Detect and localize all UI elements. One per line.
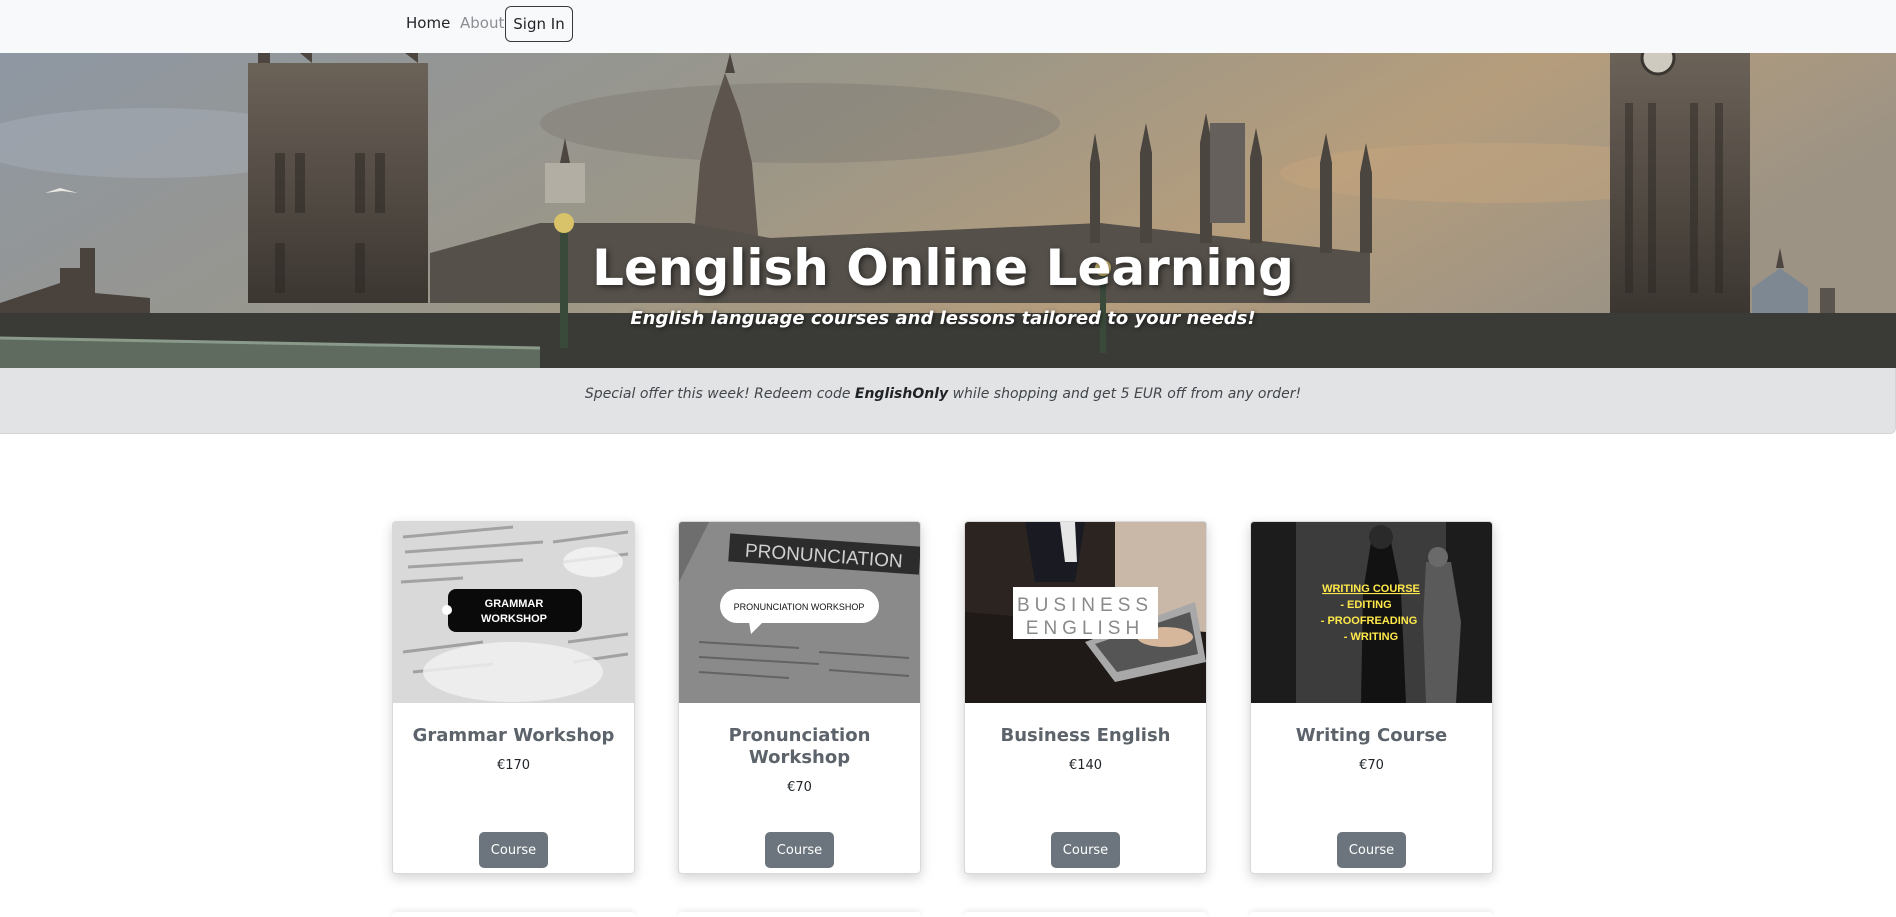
next-row-card-edge [678, 912, 921, 917]
course-card-pronunciation-workshop: PRONUNCIATION PRONUNCIATION WORKSHOP Pro… [678, 521, 921, 874]
hero-title: Lenglish Online Learning [592, 239, 1294, 297]
next-row-card-edge [392, 912, 635, 917]
grammar-image-label-2: WORKSHOP [481, 613, 547, 625]
offer-text-before: Special offer this week! Redeem code [584, 386, 855, 402]
card-price: €170 [496, 758, 531, 773]
card-title: Grammar Workshop [412, 725, 615, 746]
next-row-card-edge [964, 912, 1207, 917]
sign-in-button[interactable]: Sign In [505, 6, 573, 42]
card-price: €70 [787, 780, 812, 795]
course-card-grammar-workshop: GRAMMAR WORKSHOP Grammar Workshop €170 C… [392, 521, 635, 874]
course-button[interactable]: Course [479, 832, 548, 868]
next-row-card-edge [1250, 912, 1493, 917]
course-button[interactable]: Course [765, 832, 834, 868]
card-price: €70 [1359, 758, 1384, 773]
pronunciation-image-bubble: PRONUNCIATION WORKSHOP [734, 602, 865, 612]
grammar-image-label-1: GRAMMAR [485, 598, 544, 610]
card-price: €140 [1068, 758, 1103, 773]
special-offer-banner: Special offer this week! Redeem code Eng… [0, 368, 1896, 434]
navbar: Home About Sign In [0, 0, 1896, 53]
course-button[interactable]: Course [1051, 832, 1120, 868]
writing-image-line-3: - PROOFREADING [1321, 615, 1418, 627]
writing-image-line-4: - WRITING [1344, 631, 1398, 643]
card-title: Business English [1000, 725, 1171, 746]
writing-image-line-2: - EDITING [1340, 599, 1391, 611]
grammar-workshop-image: GRAMMAR WORKSHOP [393, 522, 634, 703]
course-card-business-english: BUSINESS ENGLISH Business English €140 C… [964, 521, 1207, 874]
special-offer-text: Special offer this week! Redeem code Eng… [0, 386, 1886, 402]
hero-banner: Lenglish Online Learning English languag… [0, 53, 1896, 368]
nav-home-link[interactable]: Home [406, 14, 450, 32]
hero-subtitle: English language courses and lessons tai… [630, 308, 1256, 329]
writing-course-image: WRITING COURSE - EDITING - PROOFREADING … [1251, 522, 1492, 703]
course-button[interactable]: Course [1337, 832, 1406, 868]
business-english-image: BUSINESS ENGLISH [965, 522, 1206, 703]
business-image-label-1: BUSINESS [1017, 595, 1153, 616]
card-title: Writing Course [1295, 725, 1448, 746]
writing-image-line-1: WRITING COURSE [1322, 583, 1420, 595]
nav-about-link[interactable]: About [460, 14, 504, 32]
pronunciation-workshop-image: PRONUNCIATION PRONUNCIATION WORKSHOP [679, 522, 920, 703]
card-title: Pronunciation Workshop [728, 725, 871, 768]
business-image-label-2: ENGLISH [1026, 618, 1144, 639]
course-card-writing-course: WRITING COURSE - EDITING - PROOFREADING … [1250, 521, 1493, 874]
offer-text-after: while shopping and get 5 EUR off from an… [948, 386, 1302, 402]
offer-code: EnglishOnly [854, 386, 949, 402]
